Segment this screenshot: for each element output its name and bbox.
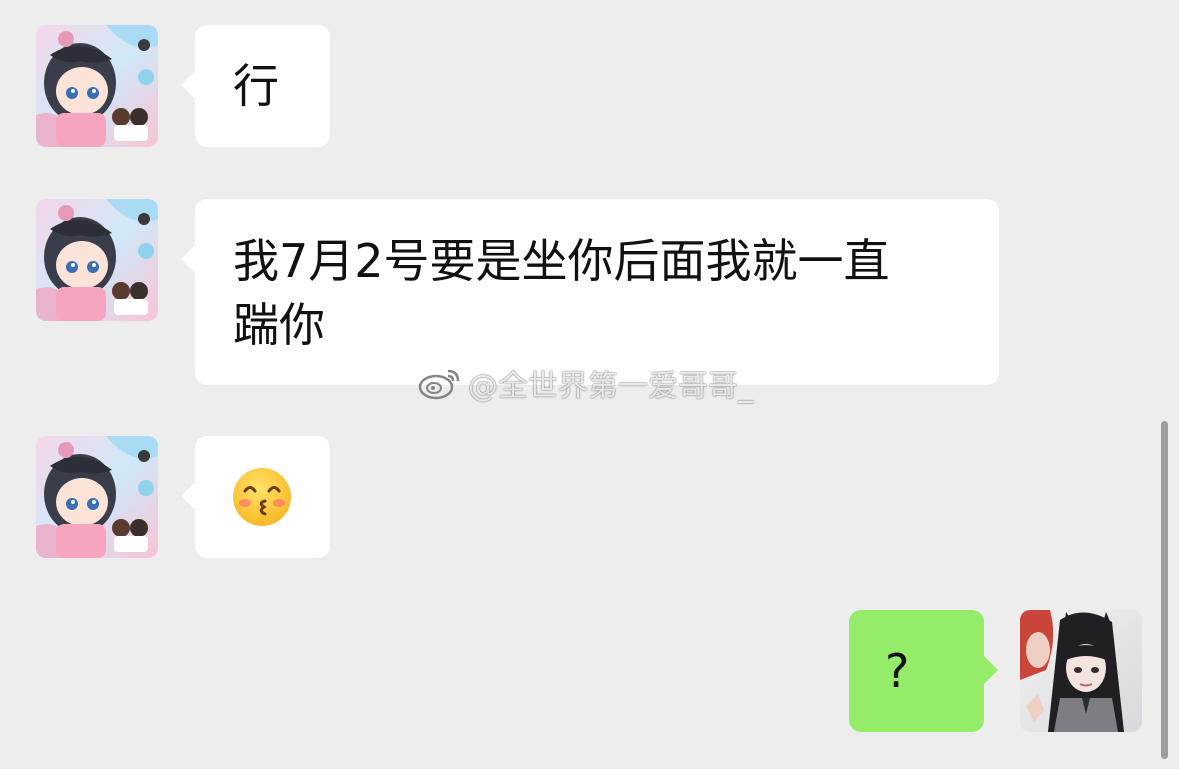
incoming-message-bubble[interactable]: 行 bbox=[181, 25, 330, 147]
chat-window: 行 我7月2号要是坐你后面我就一直 踹你 @全世界第一爱哥哥_ ? bbox=[0, 0, 1179, 769]
contact-avatar-image bbox=[36, 25, 158, 147]
scrollbar-thumb[interactable] bbox=[1161, 421, 1168, 759]
self-avatar[interactable] bbox=[1020, 610, 1142, 732]
contact-avatar[interactable] bbox=[36, 25, 158, 147]
contact-avatar-image bbox=[36, 436, 158, 558]
message-text: 行 bbox=[233, 59, 279, 113]
contact-avatar-image bbox=[36, 199, 158, 321]
contact-avatar[interactable] bbox=[36, 436, 158, 558]
message-text-line-1: 我7月2号要是坐你后面我就一直 bbox=[233, 234, 890, 288]
kissing-face-with-smiling-eyes-icon bbox=[233, 468, 291, 526]
message-text: ? bbox=[885, 644, 910, 698]
incoming-message-bubble[interactable]: 我7月2号要是坐你后面我就一直 踹你 bbox=[181, 199, 999, 385]
contact-avatar[interactable] bbox=[36, 199, 158, 321]
self-avatar-image bbox=[1020, 610, 1142, 732]
outgoing-message-bubble[interactable]: ? bbox=[849, 610, 998, 732]
message-text-line-2: 踹你 bbox=[233, 298, 325, 352]
incoming-message-bubble[interactable] bbox=[181, 436, 330, 558]
